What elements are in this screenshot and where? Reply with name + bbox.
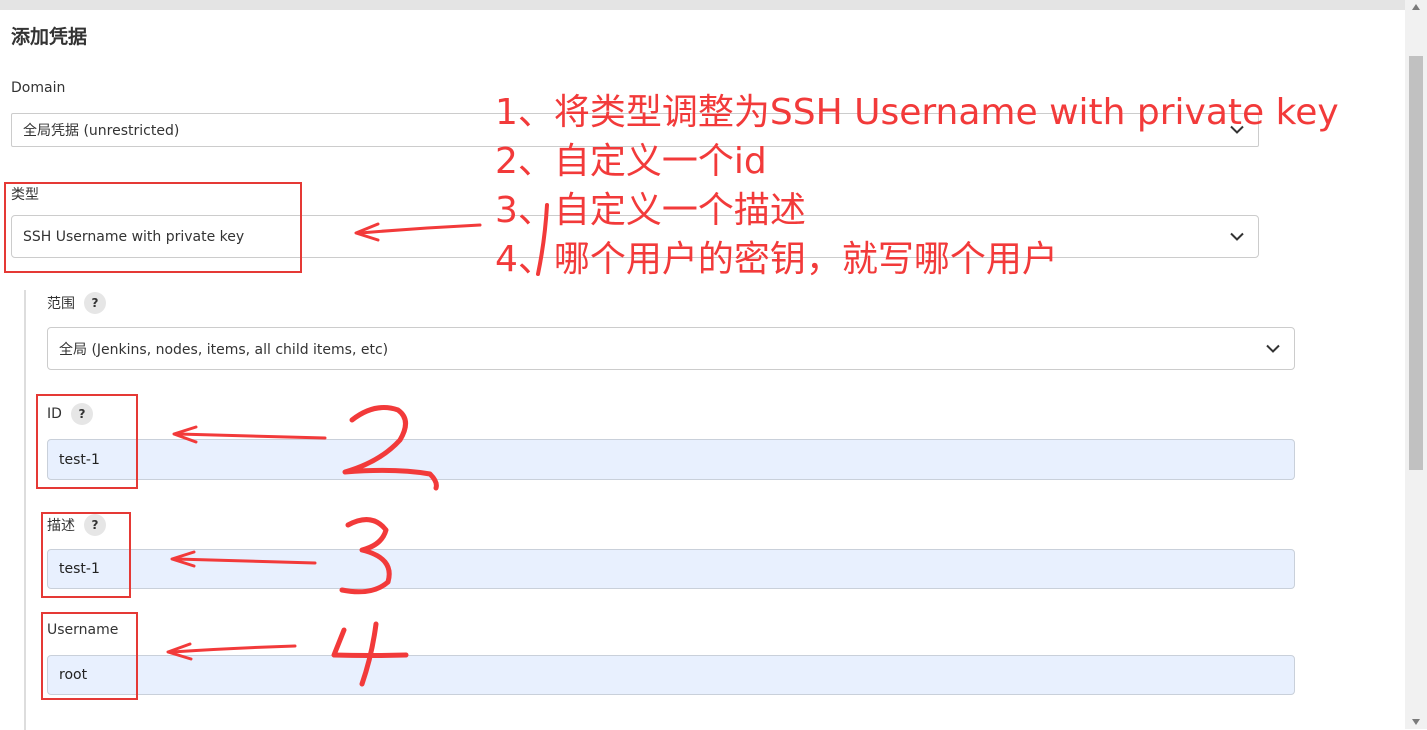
annotation-note-4: 4、哪个用户的密钥，就写哪个用户 — [495, 239, 1058, 280]
scope-select[interactable]: 全局 (Jenkins, nodes, items, all child ite… — [47, 327, 1295, 370]
annotation-box-username — [41, 612, 138, 700]
scope-label: 范围 ? — [47, 292, 106, 314]
description-input[interactable]: test-1 — [47, 549, 1295, 589]
scope-label-text: 范围 — [47, 296, 75, 312]
top-bar — [0, 0, 1405, 10]
page-title: 添加凭据 — [11, 26, 88, 48]
nested-section-line — [24, 290, 26, 730]
annotation-box-id — [36, 394, 138, 489]
annotation-box-description — [41, 512, 131, 598]
scroll-down-arrow-icon[interactable] — [1412, 719, 1420, 725]
id-input[interactable]: test-1 — [47, 439, 1295, 480]
annotation-note-3: 3、自定义一个描述 — [495, 190, 806, 231]
domain-select-value: 全局凭据 (unrestricted) — [23, 123, 180, 139]
scroll-up-arrow-icon[interactable] — [1412, 4, 1420, 10]
annotation-box-kind — [4, 182, 302, 273]
annotation-note-2: 2、自定义一个id — [495, 141, 767, 182]
domain-label: Domain — [11, 80, 65, 96]
username-input[interactable]: root — [47, 655, 1295, 695]
arrow-username — [170, 644, 297, 654]
help-icon[interactable]: ? — [84, 292, 106, 314]
domain-label-text: Domain — [11, 80, 66, 96]
chevron-down-icon — [1230, 232, 1244, 241]
chevron-down-icon — [1266, 344, 1280, 353]
arrow-id — [176, 432, 327, 440]
annotation-note-1: 1、将类型调整为SSH Username with private key — [495, 92, 1339, 133]
vertical-scrollbar[interactable] — [1405, 0, 1427, 729]
scope-select-value: 全局 (Jenkins, nodes, items, all child ite… — [59, 341, 389, 358]
scrollbar-thumb[interactable] — [1409, 56, 1423, 470]
